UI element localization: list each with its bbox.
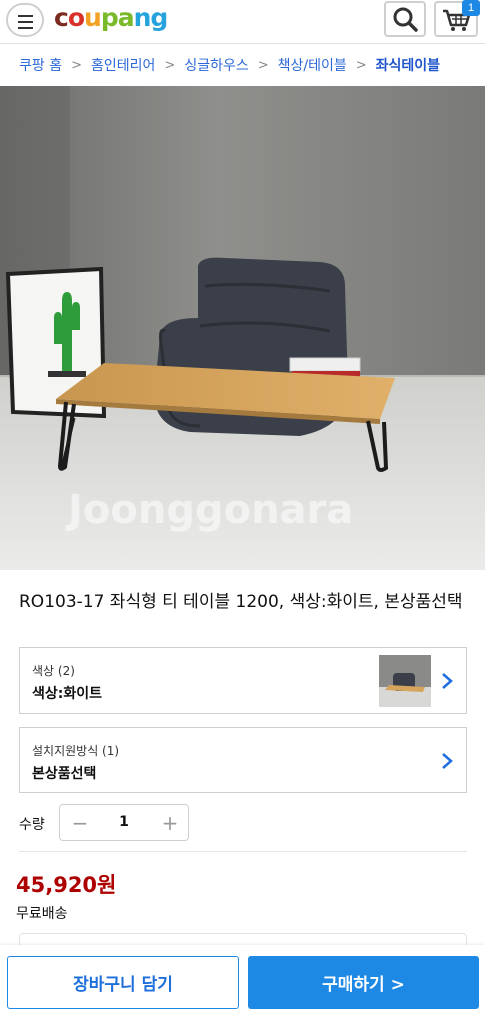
logo-letter: c [54,3,69,32]
breadcrumb-item-single-house[interactable]: 싱글하우스 [184,55,248,75]
breadcrumb-item-home[interactable]: 쿠팡 홈 [19,55,62,75]
watermark: Joonggonara [65,487,353,533]
search-button[interactable] [384,1,426,37]
option-label: 색상 (2) [32,664,75,678]
option-value: 색상:화이트 [32,686,102,702]
search-icon [393,7,418,32]
option-thumbnail [379,655,431,707]
product-title: RO103-17 좌식형 티 테이블 1200, 색상:화이트, 본상품선택 [19,592,463,612]
add-to-cart-button[interactable]: 장바구니 담기 [7,956,239,1009]
logo-letter: n [133,3,152,32]
breadcrumb-separator: > [164,57,176,73]
hamburger-icon-line [18,27,33,29]
divider [19,851,467,852]
option-value: 본상품선택 [32,766,97,782]
option-installation-selector[interactable]: 설치지원방식 (1) 본상품선택 [19,727,467,793]
shipping-info: 무료배송 [16,906,68,922]
menu-button[interactable] [6,3,44,37]
breadcrumb-separator: > [355,57,367,73]
breadcrumb-item-floor-table[interactable]: 좌식테이블 [376,55,440,75]
logo-letter: g [150,3,168,32]
product-image[interactable]: Joonggonara [0,86,485,570]
option-label: 설치지원방식 (1) [32,744,120,758]
coupang-logo[interactable]: coupang [54,3,168,32]
chevron-right-icon [442,673,453,689]
buy-now-button[interactable]: 구매하기 > [248,956,479,1009]
logo-letter: u [84,3,102,32]
breadcrumb-item-interior[interactable]: 홈인테리어 [91,55,155,75]
breadcrumb: 쿠팡 홈 > 홈인테리어 > 싱글하우스 > 책상/테이블 > 좌식테이블 [0,43,485,86]
breadcrumb-separator: > [71,57,82,73]
hamburger-icon [18,15,33,17]
quantity-stepper: − 1 + [59,804,189,841]
logo-letter: a [117,3,135,32]
option-color-selector[interactable]: 색상 (2) 색상:화이트 [19,647,467,714]
hamburger-icon-line [18,21,33,23]
cart-count-badge: 1 [462,0,480,16]
logo-letter: o [67,3,85,32]
breadcrumb-separator: > [257,57,269,73]
logo-letter: p [100,3,119,32]
top-header: coupang 1 [0,0,485,42]
bottom-action-bar: 장바구니 담기 구매하기 > [0,945,485,1024]
price: 45,920원 [16,873,117,897]
chevron-right-icon [442,753,453,769]
quantity-decrease-button[interactable]: − [68,812,92,834]
cart-button[interactable]: 1 [434,0,480,37]
product-photo: Joonggonara [0,86,485,570]
quantity-value[interactable]: 1 [112,814,136,830]
breadcrumb-item-desk-table[interactable]: 책상/테이블 [278,55,347,75]
quantity-label: 수량 [19,817,45,833]
quantity-increase-button[interactable]: + [158,812,182,834]
